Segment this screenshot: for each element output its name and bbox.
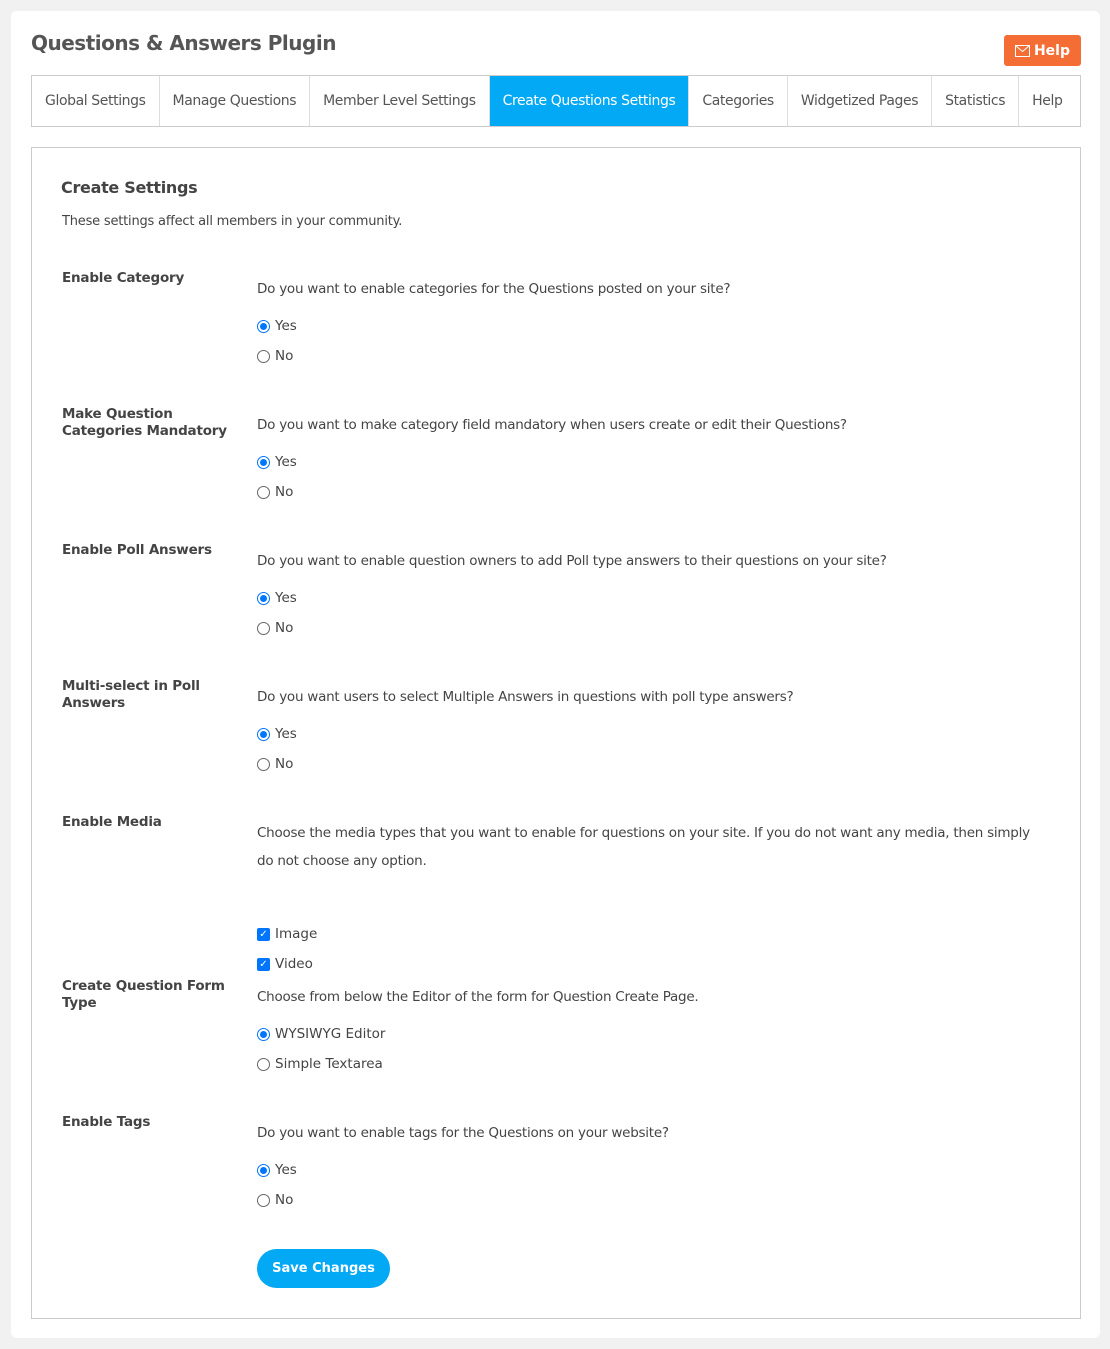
save-changes-button[interactable]: Save Changes <box>257 1249 390 1288</box>
setting-question: Choose from below the Editor of the form… <box>257 989 699 1005</box>
setting-label: Enable Tags <box>62 1114 151 1130</box>
setting-label: Create Question Form Type <box>62 978 225 1011</box>
setting-question: Do you want to enable categories for the… <box>257 281 731 297</box>
radio-button[interactable] <box>257 1193 270 1207</box>
tab-statistics[interactable]: Statistics <box>932 76 1020 126</box>
radio-button[interactable] <box>257 455 270 469</box>
setting-label: Enable Media <box>62 814 162 830</box>
option-yes[interactable]: Yes <box>257 1162 297 1178</box>
radio-button[interactable] <box>257 757 270 771</box>
radio-button[interactable] <box>257 319 270 333</box>
checkbox[interactable]: ✓ <box>257 927 270 941</box>
tab-create-questions-settings[interactable]: Create Questions Settings <box>489 76 690 126</box>
option-label: Yes <box>275 1162 297 1178</box>
option-no[interactable]: No <box>257 620 293 636</box>
option-yes[interactable]: Yes <box>257 318 297 334</box>
setting-question: Do you want to enable tags for the Quest… <box>257 1125 669 1141</box>
setting-label: Enable Poll Answers <box>62 542 212 558</box>
setting-question: Do you want users to select Multiple Ans… <box>257 689 794 705</box>
section-title: Create Settings <box>61 178 198 197</box>
setting-question: Choose the media types that you want to … <box>257 825 1030 869</box>
checkbox[interactable]: ✓ <box>257 957 270 971</box>
option-no[interactable]: No <box>257 484 293 500</box>
radio-button[interactable] <box>257 349 270 363</box>
option-label: Yes <box>275 454 297 470</box>
option-label: No <box>275 348 294 364</box>
option-no[interactable]: No <box>257 756 293 772</box>
option-label: Yes <box>275 726 297 742</box>
tab-manage-questions[interactable]: Manage Questions <box>160 76 311 126</box>
option-yes[interactable]: Yes <box>257 454 297 470</box>
option-label: Yes <box>275 590 297 606</box>
radio-button[interactable] <box>257 485 270 499</box>
option-label: Simple Textarea <box>275 1056 383 1072</box>
option-label: No <box>275 756 294 772</box>
setting-label: Enable Category <box>62 270 185 286</box>
radio-button[interactable] <box>257 1057 270 1071</box>
setting-label: Make Question Categories Mandatory <box>62 406 227 439</box>
envelope-icon <box>1014 44 1030 57</box>
radio-button[interactable] <box>257 1163 270 1177</box>
option-label: Video <box>275 956 313 972</box>
tab-categories[interactable]: Categories <box>689 76 788 126</box>
option-no[interactable]: No <box>257 348 293 364</box>
tab-member-level-settings[interactable]: Member Level Settings <box>310 76 490 126</box>
tab-global-settings[interactable]: Global Settings <box>32 76 160 126</box>
tab-help[interactable]: Help <box>1019 76 1075 126</box>
option-video[interactable]: ✓ Video <box>257 956 313 972</box>
option-label: WYSIWYG Editor <box>275 1026 386 1042</box>
tab-bar: Global Settings Manage Questions Member Le… <box>31 75 1081 127</box>
option-label: No <box>275 620 294 636</box>
option-no[interactable]: No <box>257 1192 293 1208</box>
setting-label: Multi-select in Poll Answers <box>62 678 200 711</box>
tab-widgetized-pages[interactable]: Widgetized Pages <box>788 76 933 126</box>
option-image[interactable]: ✓ Image <box>257 926 317 942</box>
radio-button[interactable] <box>257 1027 270 1041</box>
setting-question: Do you want to make category field manda… <box>257 417 847 433</box>
section-description: These settings affect all members in you… <box>62 214 403 229</box>
option-yes[interactable]: Yes <box>257 590 297 606</box>
option-label: Image <box>275 926 318 942</box>
setting-question: Do you want to enable question owners to… <box>257 553 887 569</box>
radio-button[interactable] <box>257 621 270 635</box>
option-label: No <box>275 484 294 500</box>
radio-button[interactable] <box>257 591 270 605</box>
option-simple-textarea[interactable]: Simple Textarea <box>257 1056 383 1072</box>
option-yes[interactable]: Yes <box>257 726 297 742</box>
option-label: No <box>275 1192 294 1208</box>
option-label: Yes <box>275 318 297 334</box>
page-title: Questions & Answers Plugin <box>31 31 336 55</box>
help-button[interactable]: Help <box>1004 35 1081 66</box>
help-label: Help <box>1033 42 1071 59</box>
radio-button[interactable] <box>257 727 270 741</box>
option-wysiwyg-editor[interactable]: WYSIWYG Editor <box>257 1026 385 1042</box>
